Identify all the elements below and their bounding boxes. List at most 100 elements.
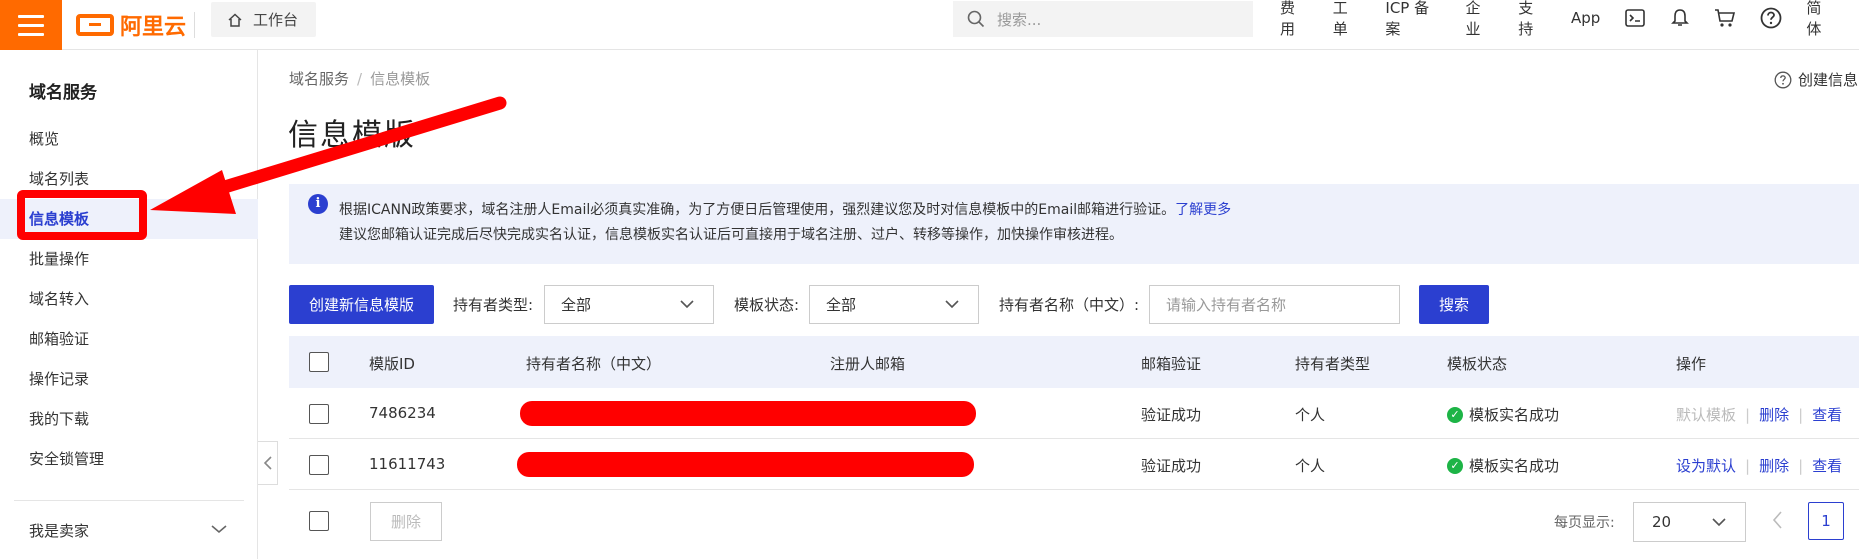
breadcrumb-current: 信息模板: [370, 70, 431, 88]
chevron-left-icon: [263, 456, 272, 470]
default-template-label: 默认模板: [1676, 406, 1737, 424]
logo-divider: [194, 12, 195, 38]
status-value: 全部: [826, 296, 857, 314]
page-number-current[interactable]: 1: [1808, 502, 1844, 540]
sidebar-item-overview[interactable]: 概览: [0, 119, 258, 159]
col-template-status: 模板状态: [1447, 355, 1508, 373]
row-template-id: 11611743: [369, 455, 446, 473]
per-page-select[interactable]: 20: [1633, 502, 1746, 542]
table-header: 模版ID 持有者名称（中文） 注册人邮箱 邮箱验证 持有者类型 模板状态 操作: [289, 336, 1859, 388]
per-page-value: 20: [1652, 513, 1672, 531]
workbench-button[interactable]: 工作台: [211, 2, 316, 37]
notice-banner: i 根据ICANN政策要求，域名注册人Email必须真实准确，为了方便日后管理使…: [289, 184, 1859, 264]
nav-enterprise[interactable]: 企业: [1466, 0, 1495, 39]
delete-link[interactable]: 删除: [1759, 404, 1789, 425]
nav-app[interactable]: App: [1571, 9, 1600, 27]
row-checkbox[interactable]: [309, 404, 329, 424]
sidebar-item-domain-transfer[interactable]: 域名转入: [0, 279, 258, 319]
action-separator: |: [1745, 456, 1751, 475]
row-holder-type: 个人: [1295, 406, 1326, 424]
redaction-mark: [520, 401, 976, 426]
col-registrant-email: 注册人邮箱: [830, 355, 906, 373]
breadcrumb-parent[interactable]: 域名服务: [289, 70, 349, 88]
per-page-label: 每页显示:: [1554, 515, 1615, 531]
sidebar-item-op-log[interactable]: 操作记录: [0, 359, 258, 399]
row-checkbox[interactable]: [309, 455, 329, 475]
row-email-verify: 验证成功: [1141, 406, 1202, 424]
notice-line-2: 建议您邮箱认证完成后尽快完成实名认证，信息模板实名认证后可直接用于域名注册、过户…: [339, 227, 1123, 243]
action-separator: |: [1745, 405, 1751, 424]
col-holder-name: 持有者名称（中文）: [526, 355, 662, 373]
col-holder-type: 持有者类型: [1295, 355, 1371, 373]
table-row: 7486234 验证成功 个人 ✓ 模板实名成功 默认模板 | 删除 | 查看: [289, 388, 1859, 439]
info-icon: i: [308, 194, 328, 214]
batch-delete-button[interactable]: 删除: [370, 502, 442, 541]
sidebar-item-email-verify[interactable]: 邮箱验证: [0, 319, 258, 359]
sidebar-collapse-button[interactable]: [258, 441, 278, 485]
notice-line-1: 根据ICANN政策要求，域名注册人Email必须真实准确，为了方便日后管理使用，…: [339, 199, 1231, 219]
prev-page-icon[interactable]: [1771, 510, 1783, 530]
row-actions: 设为默认 | 删除 | 查看: [1676, 455, 1842, 476]
view-link[interactable]: 查看: [1812, 455, 1842, 476]
language-switch[interactable]: 简体: [1806, 0, 1835, 39]
notice-text-1: 根据ICANN政策要求，域名注册人Email必须真实准确，为了方便日后管理使用，…: [339, 202, 1176, 218]
search-button[interactable]: 搜索: [1419, 285, 1489, 324]
create-template-button[interactable]: 创建新信息模版: [289, 285, 434, 324]
create-info-help-link[interactable]: 创建信息: [1774, 69, 1858, 90]
chevron-down-icon: [680, 300, 694, 309]
row-template-status: ✓ 模板实名成功: [1447, 404, 1559, 425]
action-separator: |: [1798, 456, 1804, 475]
hamburger-menu-button[interactable]: [0, 0, 62, 50]
sidebar-divider: [14, 500, 244, 501]
global-search-input[interactable]: 搜索...: [953, 1, 1253, 37]
nav-fees[interactable]: 费用: [1280, 0, 1309, 39]
cart-icon[interactable]: [1714, 7, 1736, 29]
status-label: 模板状态:: [734, 296, 800, 314]
chevron-down-icon: [1712, 518, 1726, 527]
breadcrumb: 域名服务 / 信息模板: [289, 68, 430, 89]
learn-more-link[interactable]: 了解更多: [1175, 202, 1231, 218]
row-status-text: 模板实名成功: [1469, 406, 1560, 424]
sidebar-item-security-lock[interactable]: 安全锁管理: [0, 439, 258, 479]
help-link-label: 创建信息: [1798, 71, 1859, 89]
col-email-verify: 邮箱验证: [1141, 355, 1202, 373]
sidebar-item-batch-ops[interactable]: 批量操作: [0, 239, 258, 279]
view-link[interactable]: 查看: [1812, 404, 1842, 425]
page-title: 信息模版: [288, 118, 416, 153]
sidebar: 域名服务 概览 域名列表 信息模板 批量操作 域名转入 邮箱验证 操作记录 我的…: [0, 50, 258, 559]
chevron-down-icon[interactable]: [210, 523, 228, 535]
holder-type-select[interactable]: 全部: [544, 285, 714, 324]
terminal-icon[interactable]: [1624, 7, 1645, 29]
aliyun-logo[interactable]: 阿里云: [76, 10, 186, 40]
top-nav: 费用 工单 ICP 备案 企业 支持 App 简体: [1280, 0, 1859, 39]
sidebar-item-downloads[interactable]: 我的下载: [0, 399, 258, 439]
row-template-id: 7486234: [369, 404, 436, 422]
holder-name-input[interactable]: [1149, 285, 1400, 324]
question-circle-icon: [1774, 71, 1792, 88]
col-actions: 操作: [1676, 355, 1707, 373]
delete-link[interactable]: 删除: [1759, 455, 1789, 476]
footer-select-all-checkbox[interactable]: [309, 511, 329, 531]
chevron-down-icon: [945, 300, 959, 309]
check-circle-icon: ✓: [1447, 406, 1463, 423]
search-icon: [967, 10, 985, 28]
help-icon[interactable]: [1760, 7, 1782, 29]
check-circle-icon: ✓: [1447, 457, 1463, 474]
breadcrumb-separator: /: [357, 70, 363, 88]
redaction-mark: [517, 452, 974, 477]
table-row: 11611743 验证成功 个人 ✓ 模板实名成功 设为默认 | 删除 | 查看: [289, 439, 1859, 490]
status-select[interactable]: 全部: [809, 285, 979, 324]
select-all-checkbox[interactable]: [309, 352, 329, 372]
sidebar-item-seller[interactable]: 我是卖家: [29, 520, 89, 541]
nav-icp[interactable]: ICP 备案: [1385, 0, 1441, 39]
set-default-link[interactable]: 设为默认: [1676, 455, 1736, 476]
bell-icon[interactable]: [1669, 7, 1690, 29]
holder-name-label: 持有者名称（中文）:: [999, 296, 1140, 314]
action-separator: |: [1798, 405, 1804, 424]
row-holder-type: 个人: [1295, 457, 1326, 475]
nav-support[interactable]: 支持: [1518, 0, 1547, 39]
search-placeholder: 搜索...: [997, 10, 1042, 29]
sidebar-title: 域名服务: [29, 83, 97, 103]
nav-tickets[interactable]: 工单: [1333, 0, 1362, 39]
workbench-label: 工作台: [253, 11, 299, 29]
